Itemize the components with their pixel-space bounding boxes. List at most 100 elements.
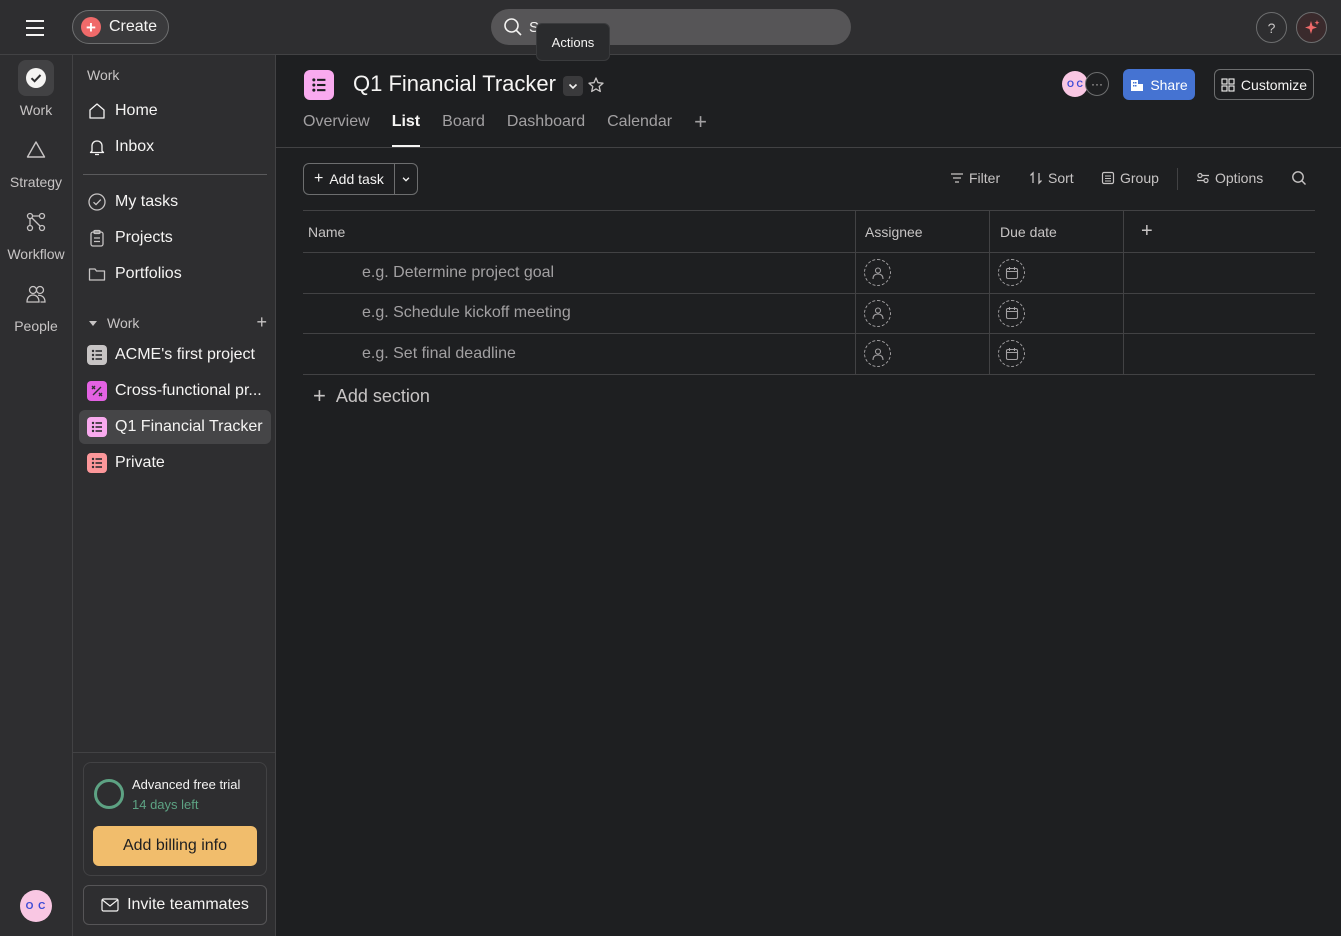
sort-button[interactable]: Sort xyxy=(1029,170,1074,186)
sidebar-item-label: Projects xyxy=(115,229,173,246)
empty-cell xyxy=(1124,253,1315,293)
sidebar-item-projects[interactable]: Projects xyxy=(79,221,271,255)
people-icon xyxy=(18,276,54,312)
plus-icon: + xyxy=(313,383,326,408)
actions-dropdown-button[interactable] xyxy=(563,76,583,96)
column-header-due-date[interactable]: Due date xyxy=(990,211,1124,252)
share-button[interactable]: Share xyxy=(1123,69,1195,100)
table-row[interactable]: e.g. Schedule kickoff meeting xyxy=(303,293,1315,334)
rail-item-strategy[interactable]: Strategy xyxy=(0,132,72,190)
check-circle-icon xyxy=(87,192,107,212)
grid-icon xyxy=(1221,77,1235,92)
sidebar-item-project[interactable]: Private xyxy=(79,446,271,480)
sidebar-item-my-tasks[interactable]: My tasks xyxy=(79,185,271,219)
search-icon xyxy=(503,17,523,37)
sidebar-item-label: Cross-functional pr... xyxy=(115,382,262,399)
menu-icon[interactable] xyxy=(22,16,50,40)
plus-icon: + xyxy=(314,170,324,187)
tab-overview[interactable]: Overview xyxy=(303,113,370,147)
project-list-icon[interactable] xyxy=(304,70,334,100)
filter-button[interactable]: Filter xyxy=(950,170,1000,186)
filter-icon xyxy=(950,171,964,185)
plus-icon: + xyxy=(81,17,101,37)
group-icon xyxy=(1101,171,1115,185)
actions-tooltip: Actions xyxy=(536,23,610,61)
mail-icon xyxy=(101,898,119,912)
options-icon xyxy=(1196,171,1210,185)
sidebar-item-label: ACME's first project xyxy=(115,346,255,363)
sidebar-item-home[interactable]: Home xyxy=(79,94,271,128)
sidebar-divider xyxy=(83,174,267,175)
assignee-icon[interactable] xyxy=(864,299,891,327)
assignee-icon[interactable] xyxy=(864,340,891,368)
add-billing-button[interactable]: Add billing info xyxy=(93,826,257,866)
sort-label: Sort xyxy=(1048,170,1074,186)
workflow-icon xyxy=(87,381,107,401)
task-name-placeholder[interactable]: e.g. Determine project goal xyxy=(303,253,856,293)
sidebar-item-inbox[interactable]: Inbox xyxy=(79,130,271,164)
more-members-icon[interactable]: ··· xyxy=(1085,72,1109,96)
sidebar-item-label: Portfolios xyxy=(115,265,182,282)
bell-icon xyxy=(87,137,107,157)
column-header-assignee[interactable]: Assignee xyxy=(856,211,990,252)
task-name-placeholder[interactable]: e.g. Set final deadline xyxy=(303,334,856,374)
add-task-button[interactable]: + Add task xyxy=(304,164,395,194)
add-tab-icon[interactable]: + xyxy=(694,111,707,147)
trial-days-left: 14 days left xyxy=(132,797,199,812)
rail-item-people[interactable]: People xyxy=(0,276,72,334)
star-icon[interactable] xyxy=(587,76,605,94)
add-task-split-button: + Add task xyxy=(303,163,418,195)
due-date-cell xyxy=(990,293,1124,333)
sidebar-item-project[interactable]: Cross-functional pr... xyxy=(79,374,271,408)
header-divider xyxy=(276,147,1341,148)
table-row[interactable]: e.g. Determine project goal xyxy=(303,253,1315,294)
share-label: Share xyxy=(1150,76,1188,93)
tab-list[interactable]: List xyxy=(391,113,421,147)
sidebar-item-portfolios[interactable]: Portfolios xyxy=(79,257,271,291)
toolbar-divider xyxy=(1177,168,1178,190)
folder-icon xyxy=(87,264,107,284)
section-label: Work xyxy=(107,314,140,331)
tab-dashboard[interactable]: Dashboard xyxy=(507,113,585,147)
sidebar-item-project[interactable]: Q1 Financial Tracker xyxy=(79,410,271,444)
help-button[interactable]: ? xyxy=(1256,12,1287,43)
column-header-name[interactable]: Name xyxy=(303,211,856,252)
triangle-icon xyxy=(18,132,54,168)
rail-label: Strategy xyxy=(9,174,63,190)
table-header: Name Assignee Due date + xyxy=(303,210,1315,253)
assignee-cell xyxy=(856,293,990,333)
invite-teammates-button[interactable]: Invite teammates xyxy=(83,885,267,925)
add-section-button[interactable]: + Add section xyxy=(313,383,430,409)
group-label: Group xyxy=(1120,170,1159,186)
sidebar-item-label: Inbox xyxy=(115,138,155,155)
search-icon[interactable] xyxy=(1291,170,1307,186)
rail-item-workflow[interactable]: Workflow xyxy=(0,204,72,262)
project-members[interactable]: O C ··· xyxy=(1062,71,1109,97)
add-column-icon[interactable]: + xyxy=(1124,211,1315,252)
tab-board[interactable]: Board xyxy=(442,113,485,147)
caret-down-icon xyxy=(87,317,99,329)
create-button[interactable]: + Create xyxy=(72,10,169,44)
options-button[interactable]: Options xyxy=(1196,170,1263,186)
rail-item-work[interactable]: Work xyxy=(0,60,72,118)
sidebar-item-label: Q1 Financial Tracker xyxy=(115,418,263,435)
assignee-cell xyxy=(856,253,990,293)
calendar-icon[interactable] xyxy=(998,259,1025,287)
sidebar-item-project[interactable]: ACME's first project xyxy=(79,338,271,372)
empty-cell xyxy=(1124,334,1315,374)
table-row[interactable]: e.g. Set final deadline xyxy=(303,334,1315,375)
sidebar-section-work[interactable]: Work + xyxy=(87,312,267,333)
task-name-placeholder[interactable]: e.g. Schedule kickoff meeting xyxy=(303,293,856,333)
due-date-cell xyxy=(990,253,1124,293)
avatar[interactable]: O C xyxy=(20,890,52,922)
group-button[interactable]: Group xyxy=(1101,170,1159,186)
calendar-icon[interactable] xyxy=(998,340,1025,368)
customize-button[interactable]: Customize xyxy=(1214,69,1314,100)
ai-sparkle-button[interactable] xyxy=(1296,12,1327,43)
assignee-icon[interactable] xyxy=(864,259,891,287)
add-project-icon[interactable]: + xyxy=(256,312,267,333)
trial-progress-ring xyxy=(94,779,124,809)
calendar-icon[interactable] xyxy=(998,299,1025,327)
add-task-dropdown[interactable] xyxy=(395,164,417,194)
tab-calendar[interactable]: Calendar xyxy=(607,113,672,147)
